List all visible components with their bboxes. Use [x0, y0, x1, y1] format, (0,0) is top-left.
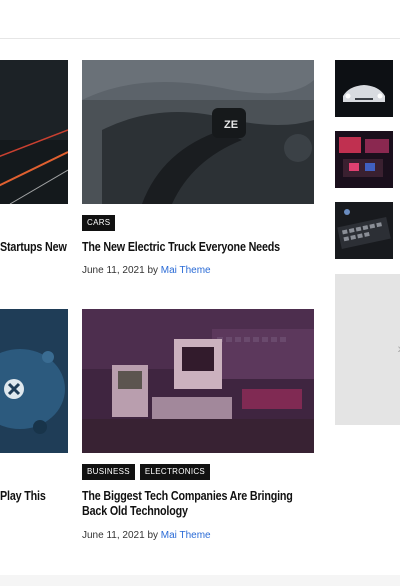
article-thumbnail-ev-charger[interactable]: ZE [82, 60, 314, 204]
footer-strip [0, 575, 400, 586]
article-thumbnail-road[interactable] [0, 60, 68, 204]
svg-text:ZE: ZE [224, 119, 238, 131]
article-title-partial-top[interactable]: Startups New [0, 240, 69, 255]
tag-cars[interactable]: CARS [82, 215, 116, 231]
article-author-link[interactable]: Mai Theme [161, 265, 211, 276]
tag-electronics[interactable]: ELECTRONICS [139, 464, 211, 480]
article-title[interactable]: The Biggest Tech Companies Are Bringing … [82, 489, 310, 519]
article-thumbnail-controller[interactable] [0, 309, 68, 453]
sidebar-thumbnail-keyboard[interactable] [335, 202, 393, 259]
article-title[interactable]: The New Electric Truck Everyone Needs [82, 240, 306, 255]
article-thumbnail-retro-computers[interactable] [82, 309, 314, 453]
article-author-link[interactable]: Mai Theme [161, 530, 211, 541]
sidebar-ad-placeholder: › [335, 274, 400, 425]
article-title-partial-bottom[interactable]: Play This [0, 489, 69, 504]
article-tags: CARS [82, 215, 116, 231]
sidebar-thumbnail-car[interactable] [335, 60, 393, 117]
tag-business[interactable]: BUSINESS [82, 464, 135, 480]
top-bar [0, 0, 400, 39]
sidebar-thumbnail-gaming-room[interactable] [335, 131, 393, 188]
article-meta: June 11, 2021 by Mai Theme [82, 265, 211, 276]
article-date: June 11, 2021 [82, 265, 145, 276]
article-tags: BUSINESS ELECTRONICS [82, 464, 211, 480]
article-date: June 11, 2021 [82, 530, 145, 541]
article-meta: June 11, 2021 by Mai Theme [82, 530, 211, 541]
article-by: by [147, 265, 158, 276]
article-by: by [147, 530, 158, 541]
